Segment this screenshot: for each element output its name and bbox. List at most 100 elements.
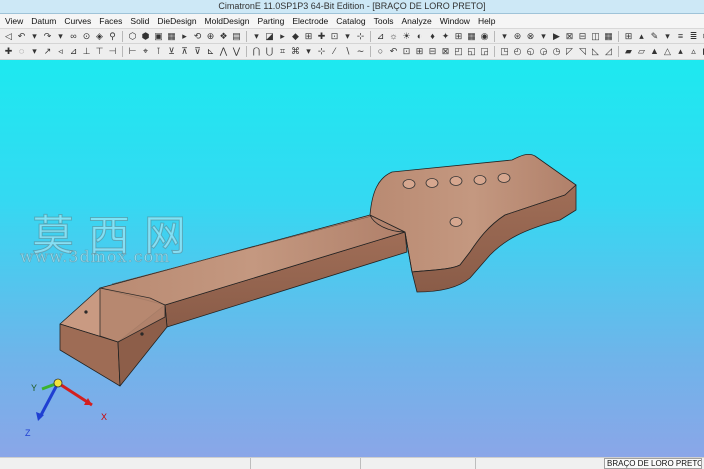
toolbar-button-icon[interactable]: ≣ <box>688 31 699 42</box>
toolbar-button-icon[interactable]: ⊞ <box>414 46 425 57</box>
toolbar-button-icon[interactable]: ⊽ <box>192 46 203 57</box>
toolbar-button-icon[interactable]: ▾ <box>29 46 40 57</box>
menu-diedesign[interactable]: DieDesign <box>153 14 200 29</box>
toolbar-button-icon[interactable]: ♦ <box>427 31 438 42</box>
toolbar-button-icon[interactable]: ◆ <box>290 31 301 42</box>
toolbar-button-icon[interactable]: ▴ <box>636 31 647 42</box>
toolbar-button-icon[interactable]: ▸ <box>277 31 288 42</box>
toolbar-button-icon[interactable]: ⌖ <box>140 46 151 57</box>
toolbar-button-icon[interactable]: ▾ <box>29 31 40 42</box>
toolbar-button-icon[interactable]: ▦ <box>603 31 614 42</box>
toolbar-button-icon[interactable]: ☼ <box>388 31 399 42</box>
menu-curves[interactable]: Curves <box>60 14 95 29</box>
toolbar-button-icon[interactable]: ⌗ <box>277 46 288 57</box>
toolbar-button-icon[interactable]: ◃ <box>55 46 66 57</box>
toolbar-button-icon[interactable]: ◸ <box>564 46 575 57</box>
toolbar-button-icon[interactable]: ▾ <box>538 31 549 42</box>
toolbar-button-icon[interactable]: ○ <box>375 46 386 57</box>
menu-faces[interactable]: Faces <box>95 14 126 29</box>
menu-window[interactable]: Window <box>436 14 474 29</box>
menu-datum[interactable]: Datum <box>27 14 60 29</box>
toolbar-button-icon[interactable]: ⊤ <box>94 46 105 57</box>
toolbar-button-icon[interactable]: ⊟ <box>427 46 438 57</box>
toolbar-button-icon[interactable]: ◿ <box>603 46 614 57</box>
menu-parting[interactable]: Parting <box>253 14 288 29</box>
toolbar-button-icon[interactable]: ⋀ <box>218 46 229 57</box>
toolbar-button-icon[interactable]: ⋁ <box>231 46 242 57</box>
toolbar-button-icon[interactable]: ▱ <box>636 46 647 57</box>
toolbar-button-icon[interactable]: ∞ <box>68 31 79 42</box>
toolbar-button-icon[interactable]: ▾ <box>55 31 66 42</box>
toolbar-button-icon[interactable]: ⊠ <box>440 46 451 57</box>
toolbar-button-icon[interactable]: ❖ <box>218 31 229 42</box>
toolbar-button-icon[interactable]: ✎ <box>649 31 660 42</box>
toolbar-button-icon[interactable]: ⊿ <box>68 46 79 57</box>
toolbar-button-icon[interactable]: ⋃ <box>264 46 275 57</box>
toolbar-button-icon[interactable]: ⁄ <box>329 46 340 57</box>
toolbar-button-icon[interactable]: ↗ <box>42 46 53 57</box>
toolbar-button-icon[interactable]: ◉ <box>479 31 490 42</box>
toolbar-button-icon[interactable]: ⊛ <box>512 31 523 42</box>
toolbar-button-icon[interactable]: ◐ <box>414 31 425 42</box>
toolbar-button-icon[interactable]: ◫ <box>590 31 601 42</box>
toolbar-button-icon[interactable]: ▦ <box>466 31 477 42</box>
toolbar-button-icon[interactable]: ⊞ <box>623 31 634 42</box>
toolbar-button-icon[interactable]: ✚ <box>3 46 14 57</box>
toolbar-button-icon[interactable]: ⊥ <box>81 46 92 57</box>
toolbar-button-icon[interactable]: ◱ <box>466 46 477 57</box>
toolbar-button-icon[interactable]: ▸ <box>179 31 190 42</box>
toolbar-button-icon[interactable]: ∼ <box>355 46 366 57</box>
toolbar-button-icon[interactable]: ⊡ <box>329 31 340 42</box>
toolbar-button-icon[interactable]: ⊢ <box>127 46 138 57</box>
toolbar-button-icon[interactable]: ⊙ <box>81 31 92 42</box>
toolbar-button-icon[interactable]: ⊹ <box>355 31 366 42</box>
toolbar-button-icon[interactable]: ⊕ <box>205 31 216 42</box>
toolbar-button-icon[interactable]: ⟲ <box>192 31 203 42</box>
toolbar-button-icon[interactable]: ▾ <box>342 31 353 42</box>
toolbar-button-icon[interactable]: ⊻ <box>166 46 177 57</box>
toolbar-button-icon[interactable]: ▾ <box>303 46 314 57</box>
toolbar-button-icon[interactable]: ⊟ <box>577 31 588 42</box>
menu-help[interactable]: Help <box>474 14 499 29</box>
menu-analyze[interactable]: Analyze <box>397 14 435 29</box>
menu-catalog[interactable]: Catalog <box>332 14 369 29</box>
toolbar-button-icon[interactable]: ≡ <box>675 31 686 42</box>
toolbar-button-icon[interactable]: ⊠ <box>564 31 575 42</box>
toolbar-button-icon[interactable]: ↶ <box>388 46 399 57</box>
toolbar-button-icon[interactable]: ◲ <box>479 46 490 57</box>
toolbar-button-icon[interactable]: ▾ <box>499 31 510 42</box>
toolbar-button-icon[interactable]: ⚲ <box>107 31 118 42</box>
toolbar-button-icon[interactable]: ⊡ <box>401 46 412 57</box>
toolbar-button-icon[interactable]: ▣ <box>153 31 164 42</box>
toolbar-button-icon[interactable]: ▴ <box>675 46 686 57</box>
toolbar-button-icon[interactable]: ▲ <box>649 46 660 57</box>
toolbar-button-icon[interactable]: ◌ <box>16 46 27 57</box>
toolbar-button-icon[interactable]: ⊺ <box>153 46 164 57</box>
toolbar-button-icon[interactable]: ◵ <box>525 46 536 57</box>
toolbar-button-icon[interactable]: ◁ <box>3 31 14 42</box>
toolbar-button-icon[interactable]: ✦ <box>440 31 451 42</box>
toolbar-button-icon[interactable]: △ <box>662 46 673 57</box>
toolbar-button-icon[interactable]: ⋂ <box>251 46 262 57</box>
toolbar-button-icon[interactable]: ⊹ <box>316 46 327 57</box>
toolbar-button-icon[interactable]: ☀ <box>401 31 412 42</box>
toolbar-button-icon[interactable]: ↶ <box>16 31 27 42</box>
menu-electrode[interactable]: Electrode <box>288 14 332 29</box>
toolbar-button-icon[interactable]: ⊞ <box>453 31 464 42</box>
toolbar-button-icon[interactable]: ⊿ <box>375 31 386 42</box>
toolbar-button-icon[interactable]: ◺ <box>590 46 601 57</box>
toolbar-button-icon[interactable]: ⊼ <box>179 46 190 57</box>
toolbar-button-icon[interactable]: ◹ <box>577 46 588 57</box>
toolbar-button-icon[interactable]: ⊣ <box>107 46 118 57</box>
toolbar-button-icon[interactable]: ◰ <box>453 46 464 57</box>
toolbar-button-icon[interactable]: ⬡ <box>127 31 138 42</box>
toolbar-button-icon[interactable]: ∖ <box>342 46 353 57</box>
toolbar-button-icon[interactable]: ◪ <box>264 31 275 42</box>
toolbar-button-icon[interactable]: ◈ <box>94 31 105 42</box>
toolbar-button-icon[interactable]: ◷ <box>551 46 562 57</box>
toolbar-button-icon[interactable]: ▾ <box>662 31 673 42</box>
toolbar-button-icon[interactable]: ▾ <box>251 31 262 42</box>
toolbar-button-icon[interactable]: ⊗ <box>525 31 536 42</box>
toolbar-button-icon[interactable]: ↷ <box>42 31 53 42</box>
menu-view[interactable]: View <box>1 14 27 29</box>
